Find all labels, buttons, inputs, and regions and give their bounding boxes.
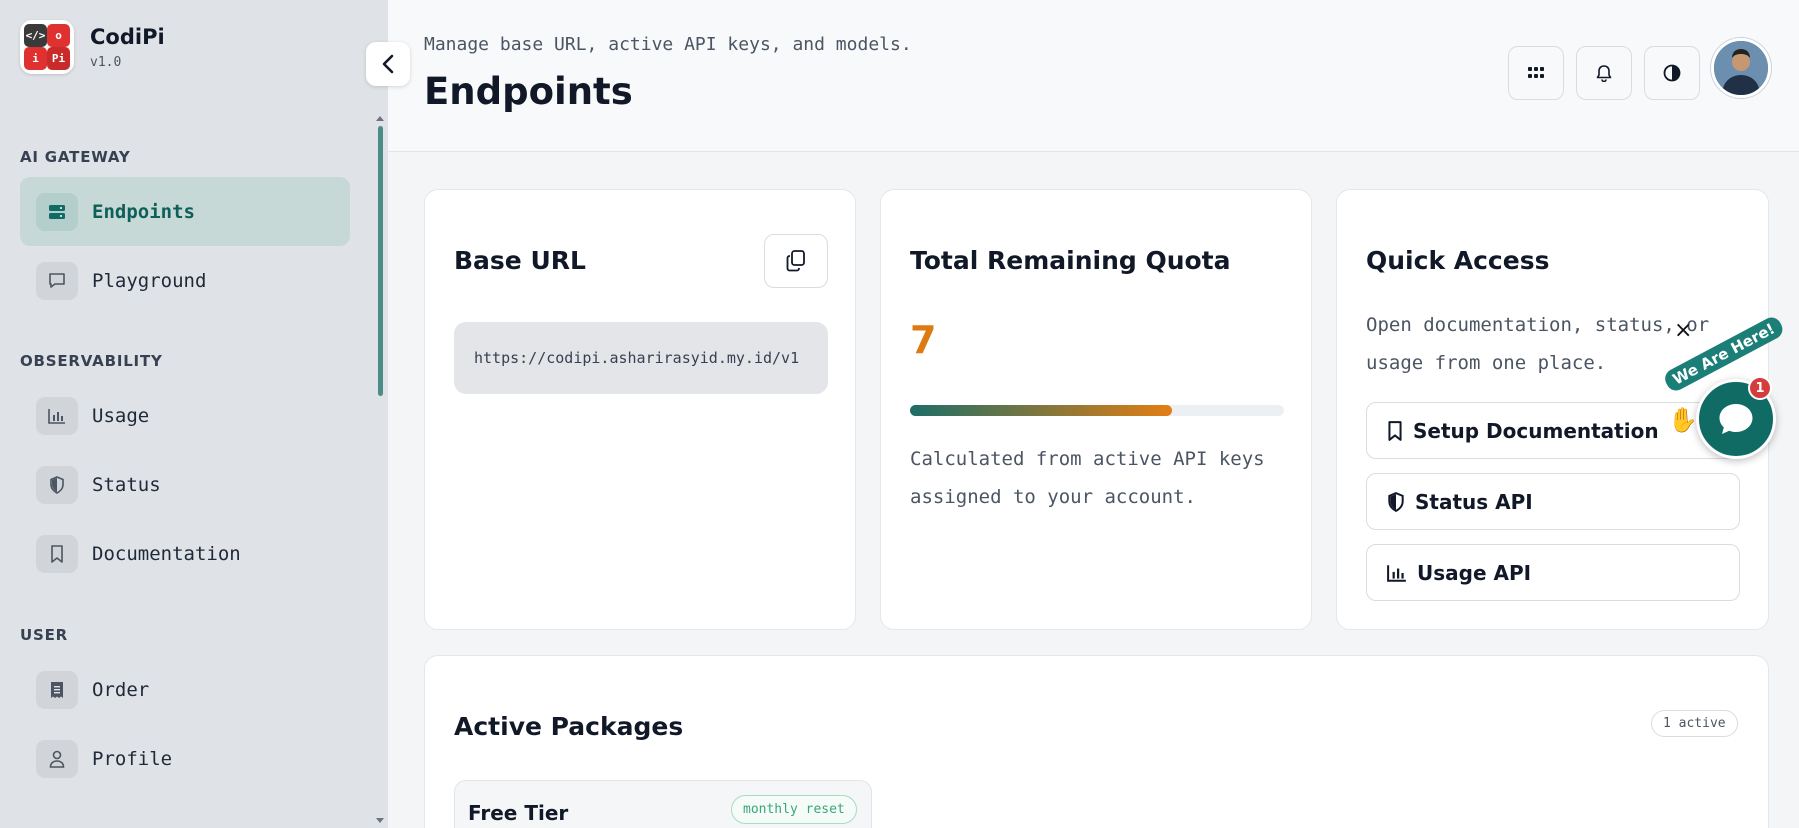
sidebar-item-label: Documentation [92,542,241,565]
close-chat-widget-button[interactable]: × [1674,318,1692,343]
link-label: Usage API [1417,560,1532,585]
brand[interactable]: </> o i Pi CodiPi v1.0 [20,20,165,74]
chevron-left-icon [382,54,394,74]
bookmark-icon [36,534,78,573]
card-title: Base URL [454,246,586,275]
bar-chart-icon [1387,564,1406,582]
waving-hand-icon: ✋ [1668,406,1698,434]
quota-progress-fill [910,405,1172,416]
chat-bubble-icon [1719,404,1753,434]
card-title: Total Remaining Quota [910,246,1231,275]
sidebar-item-order[interactable]: Order [20,655,350,724]
status-api-link[interactable]: Status API [1366,473,1740,530]
card-title: Active Packages [454,712,684,741]
base-url-card: Base URL https://codipi.asharirasyid.my.… [424,189,856,630]
chat-bubble-icon [36,261,78,300]
collapse-sidebar-button[interactable] [366,42,410,86]
receipt-icon [36,670,78,709]
quota-value: 7 [910,318,937,362]
shield-icon [36,465,78,504]
sidebar-item-endpoints[interactable]: Endpoints [20,177,350,246]
app-version: v1.0 [90,54,122,70]
sidebar-item-playground[interactable]: Playground [20,246,350,315]
chat-unread-badge: 1 [1748,376,1772,400]
sidebar-item-label: Usage [92,404,150,427]
apps-grid-button[interactable] [1508,46,1564,100]
package-name: Free Tier [468,801,569,825]
usage-api-link[interactable]: Usage API [1366,544,1740,601]
bookmark-icon [1388,420,1402,441]
package-badge: monthly reset [731,795,857,824]
contrast-icon [1663,64,1681,82]
sidebar-item-usage[interactable]: Usage [20,381,350,450]
page-header: Manage base URL, active API keys, and mo… [388,0,1799,152]
sidebar-item-label: Playground [92,269,207,292]
sidebar-item-label: Profile [92,747,173,770]
sidebar-item-label: Order [92,678,150,701]
app-logo: </> o i Pi [20,20,74,74]
shield-icon [1388,491,1404,512]
sidebar-item-profile[interactable]: Profile [20,724,350,793]
sidebar-scrollbar-thumb[interactable] [378,126,383,396]
card-title: Quick Access [1366,246,1550,275]
grid-icon [1528,67,1544,78]
scroll-up-arrow-icon[interactable] [376,116,384,121]
package-card[interactable]: Free Tier monthly reset [454,780,872,828]
quota-progress-bar [910,405,1284,416]
user-avatar[interactable] [1711,38,1771,98]
base-url-value[interactable]: https://codipi.asharirasyid.my.id/v1 [454,322,828,394]
sidebar-item-label: Status [92,473,161,496]
app-name: CodiPi [90,24,165,49]
page-title: Endpoints [424,70,633,113]
notifications-button[interactable] [1576,46,1632,100]
sidebar-item-label: Endpoints [92,200,195,223]
link-label: Status API [1415,489,1533,514]
copy-icon [786,250,805,272]
section-label-ai-gateway: AI GATEWAY [20,148,131,166]
bar-chart-icon [36,396,78,435]
section-label-user: USER [20,626,68,644]
active-count-badge: 1 active [1651,710,1738,737]
sidebar-item-documentation[interactable]: Documentation [20,519,350,588]
sidebar: </> o i Pi CodiPi v1.0 AI GATEWAY Endpoi… [0,0,388,828]
page-subtitle: Manage base URL, active API keys, and mo… [424,34,912,55]
quota-card: Total Remaining Quota 7 Calculated from … [880,189,1312,630]
sidebar-item-status[interactable]: Status [20,450,350,519]
user-icon [36,739,78,778]
section-label-observability: OBSERVABILITY [20,352,163,370]
link-label: Setup Documentation [1413,418,1659,443]
avatar-photo-icon [1714,41,1768,95]
theme-toggle-button[interactable] [1644,46,1700,100]
scroll-down-arrow-icon[interactable] [376,818,384,823]
copy-url-button[interactable] [764,234,828,288]
server-icon [36,192,78,231]
quota-description: Calculated from active API keys assigned… [910,448,1265,508]
bell-icon [1596,65,1612,82]
